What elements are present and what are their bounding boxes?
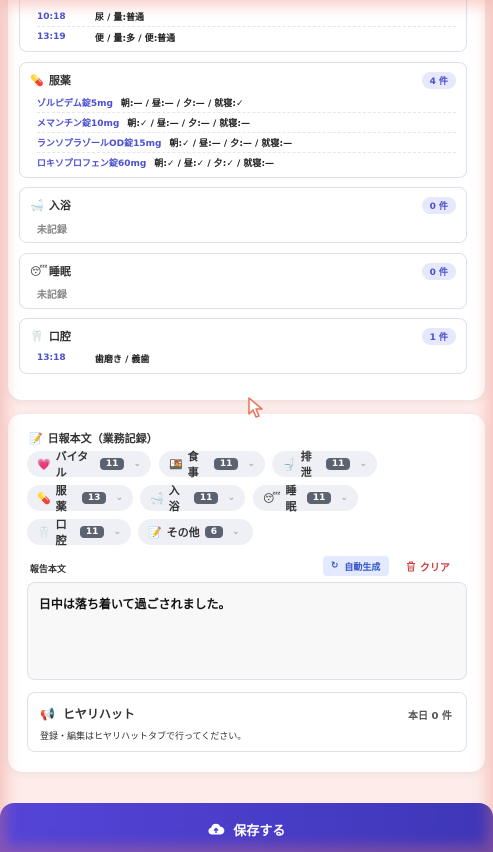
chevron-down-icon: ⌄ [231, 527, 240, 537]
list-item: 13:18 歯磨き / 義歯 [37, 353, 150, 365]
excretion-section: 10:18 尿 / 量:普通 13:19 便 / 量:多 / 便:普通 [19, 0, 467, 52]
sleep-header: 😴 睡眠 [30, 264, 71, 279]
list-item: ゾルピデム錠5mg 朝:— / 昼:— / 夕:— / 就寝:✓ [37, 93, 456, 113]
oral-section[interactable]: 🦷 口腔 1 件 13:18 歯磨き / 義歯 [19, 318, 467, 374]
hiyari-count: 本日 0 件 [408, 711, 452, 722]
list-item: ロキソプロフェン錠60mg 朝:✓ / 昼:✓ / 夕:✓ / 就寝:— [37, 158, 275, 169]
megaphone-icon: 📢 [40, 706, 55, 721]
sleep-face-icon: 😴 [263, 491, 281, 505]
list-item: 10:18 尿 / 量:普通 [37, 7, 456, 27]
chip-excretion[interactable]: 🚽 排泄 11 ⌄ [272, 450, 377, 479]
chip-medication[interactable]: 💊 服薬 13 ⌄ [27, 484, 133, 513]
chip-other[interactable]: 📝 その他 6 ⌄ [138, 519, 253, 545]
bath-icon: 🛁 [150, 491, 164, 505]
list-item: 13:19 便 / 量:多 / 便:普通 [37, 32, 176, 44]
bath-section[interactable]: 🛁 入浴 0 件 未記録 [19, 187, 467, 243]
bath-icon: 🛁 [30, 198, 44, 212]
medication-section[interactable]: 💊 服薬 4 件 ゾルピデム錠5mg 朝:— / 昼:— / 夕:— / 就寝:… [19, 62, 467, 178]
chip-meal[interactable]: 🍱 食事 11 ⌄ [159, 450, 265, 479]
empty-text: 未記録 [37, 290, 67, 301]
medication-header: 💊 服薬 [30, 73, 71, 88]
chevron-down-icon: ⌄ [247, 459, 255, 469]
empty-text: 未記録 [37, 225, 67, 236]
list-item: ランソプラゾールOD錠15mg 朝:✓ / 昼:— / 夕:— / 就寝:— [37, 133, 456, 153]
chip-vital[interactable]: 💗 バイタル 11 ⌄ [27, 450, 151, 479]
oral-header: 🦷 口腔 [30, 329, 71, 344]
refresh-icon: ↻ [331, 561, 339, 571]
memo-icon: 📝 [148, 525, 162, 539]
pill-icon: 💊 [37, 491, 51, 505]
save-button[interactable]: 保存する [0, 803, 493, 852]
count-badge: 0 件 [421, 197, 456, 214]
mouse-cursor-icon [248, 397, 263, 418]
hiyari-hatto-panel: 📢 ヒヤリハット 本日 0 件 登録・編集はヒヤリハットタブで行ってください。 [27, 692, 467, 752]
tooth-icon: 🦷 [30, 329, 44, 343]
chevron-down-icon: ⌄ [115, 493, 123, 503]
heart-icon: 💗 [37, 457, 51, 471]
report-body-label: 報告本文 [30, 565, 67, 575]
meal-icon: 🍱 [169, 457, 183, 471]
clear-button[interactable]: クリア [406, 556, 450, 576]
chevron-down-icon: ⌄ [340, 493, 348, 503]
tooth-icon: 🦷 [37, 525, 51, 539]
pill-icon: 💊 [30, 73, 44, 87]
report-section-title: 📝 日報本文（業務記録） [29, 431, 158, 446]
memo-icon: 📝 [29, 431, 43, 445]
chevron-down-icon: ⌄ [133, 459, 141, 469]
chevron-down-icon: ⌄ [113, 527, 121, 537]
sleep-face-icon: 😴 [30, 264, 48, 278]
hiyari-description: 登録・編集はヒヤリハットタブで行ってください。 [40, 732, 247, 742]
cloud-upload-icon [208, 823, 225, 835]
list-item: メマンチン錠10mg 朝:✓ / 昼:— / 夕:— / 就寝:— [37, 113, 456, 133]
chip-bath[interactable]: 🛁 入浴 11 ⌄ [140, 484, 245, 513]
count-badge: 4 件 [421, 72, 456, 89]
chip-sleep[interactable]: 😴 睡眠 11 ⌄ [253, 484, 358, 513]
count-badge: 0 件 [421, 263, 456, 280]
sleep-section[interactable]: 😴 睡眠 0 件 未記録 [19, 253, 467, 309]
count-badge: 1 件 [421, 328, 456, 345]
auto-generate-button[interactable]: ↻ 自動生成 [323, 556, 389, 576]
chevron-down-icon: ⌄ [227, 493, 235, 503]
report-body-textarea[interactable]: 日中は落ち着いて過ごされました。 [27, 582, 467, 680]
bath-header: 🛁 入浴 [30, 198, 71, 213]
chevron-down-icon: ⌄ [359, 459, 367, 469]
chip-oral[interactable]: 🦷 口腔 11 ⌄ [27, 518, 131, 547]
trash-icon [407, 561, 415, 571]
toilet-icon: 🚽 [282, 457, 296, 471]
hiyari-title: 📢 ヒヤリハット [40, 706, 135, 722]
